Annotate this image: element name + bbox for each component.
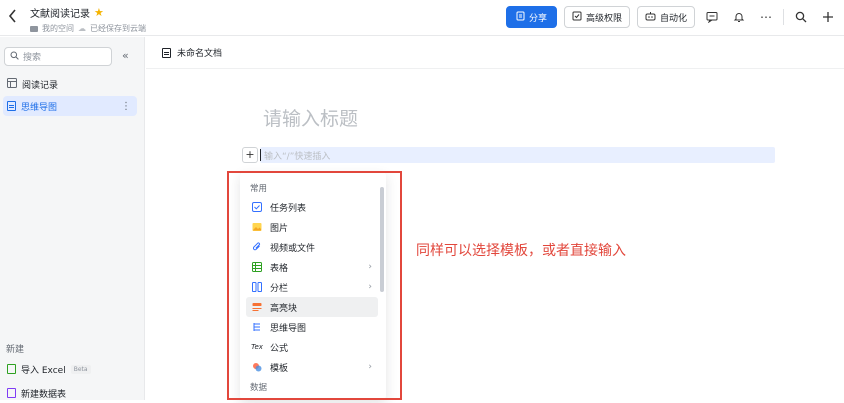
search-icon [10, 51, 19, 63]
search-input[interactable]: 搜索 [4, 47, 112, 66]
bell-icon[interactable] [729, 6, 749, 28]
star-icon[interactable]: ★ [94, 6, 104, 19]
import-excel-item[interactable]: 导入 Excel Beta [3, 359, 137, 379]
import-excel-label: 导入 Excel [21, 365, 66, 376]
new-section-label: 新建 [6, 345, 25, 355]
input-placeholder: 输入“/”快速插入 [264, 152, 331, 162]
sidebar-item-mindmap[interactable]: 思维导图 ⋮ [3, 96, 137, 116]
search-icon[interactable] [791, 6, 811, 28]
comment-icon[interactable] [702, 6, 722, 28]
location-label[interactable]: 我的空间 [42, 23, 74, 34]
title-placeholder[interactable]: 请输入标题 [263, 104, 358, 131]
permission-icon [572, 11, 582, 24]
title-block: 文献阅读记录 ★ 我的空间 ☁ 已经保存到云端 [30, 5, 146, 34]
annotation-text: 同样可以选择模板，或者直接输入 [416, 243, 626, 259]
top-bar: 文献阅读记录 ★ 我的空间 ☁ 已经保存到云端 分享 高级权限 自动化 ⋯ [0, 0, 844, 36]
breadcrumb: 未命名文档 [146, 37, 844, 69]
table-icon [7, 77, 17, 91]
insert-plus-icon[interactable]: + [242, 147, 258, 163]
more-vertical-icon[interactable]: ⋮ [121, 101, 131, 112]
save-status: 已经保存到云端 [90, 24, 146, 33]
add-icon[interactable] [818, 6, 838, 28]
excel-icon [7, 364, 16, 374]
cloud-icon: ☁ [78, 24, 86, 33]
toolbar-right: 分享 高级权限 自动化 ⋯ [505, 6, 838, 28]
share-label: 分享 [528, 13, 547, 24]
doc-title[interactable]: 文献阅读记录 [30, 5, 90, 20]
annotation-highlight-box [227, 171, 402, 400]
breadcrumb-doc[interactable]: 未命名文档 [177, 46, 222, 59]
share-button[interactable]: 分享 [505, 6, 557, 28]
sidebar-item-label: 阅读记录 [22, 80, 59, 91]
automation-button[interactable]: 自动化 [636, 6, 695, 28]
search-placeholder: 搜索 [23, 53, 42, 63]
database-icon [7, 388, 16, 398]
new-datasheet-label: 新建数据表 [21, 389, 67, 400]
permission-label: 高级权限 [585, 13, 622, 24]
sidebar-item-reading-log[interactable]: 阅读记录 [3, 74, 137, 94]
doc-icon [162, 47, 171, 58]
new-datasheet-item[interactable]: 新建数据表 [3, 383, 137, 403]
toolbar-divider [783, 9, 784, 25]
doc-icon [7, 101, 16, 111]
sidebar: 搜索 « 阅读记录 思维导图 ⋮ 新建 导入 Excel Beta 新建数据表 [0, 37, 145, 400]
permission-button[interactable]: 高级权限 [563, 6, 630, 28]
doc-title-row: 文献阅读记录 ★ [30, 5, 146, 20]
more-icon[interactable]: ⋯ [756, 6, 776, 28]
chevron-left-icon[interactable] [8, 9, 22, 27]
text-caret [260, 149, 261, 161]
doc-subline: 我的空间 ☁ 已经保存到云端 [30, 23, 146, 34]
collapse-sidebar-icon[interactable]: « [122, 49, 129, 62]
automation-label: 自动化 [659, 13, 687, 24]
robot-icon [645, 11, 656, 24]
sidebar-item-label: 思维导图 [21, 102, 58, 113]
beta-badge: Beta [70, 364, 91, 374]
folder-icon [30, 25, 38, 32]
editor-input-line[interactable]: 输入“/”快速插入 [260, 147, 775, 163]
share-icon [516, 11, 525, 24]
